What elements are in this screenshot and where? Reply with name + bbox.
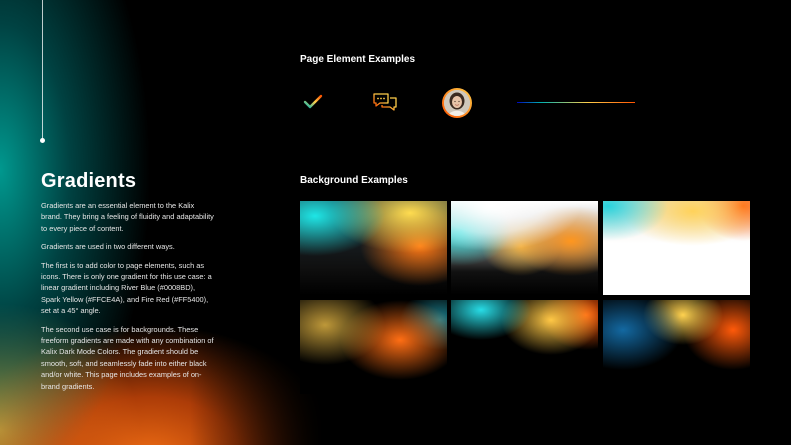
check-icon bbox=[303, 94, 323, 109]
background-swatch bbox=[603, 201, 750, 295]
description-paragraph: Gradients are an essential element to th… bbox=[41, 201, 214, 233]
vertical-rule bbox=[42, 0, 43, 140]
background-swatch-grid bbox=[300, 201, 750, 394]
chat-bubbles-icon bbox=[373, 93, 397, 111]
gradient-line bbox=[517, 102, 635, 103]
description-paragraph: The second use case is for backgrounds. … bbox=[41, 324, 214, 391]
background-swatch bbox=[451, 201, 598, 295]
background-examples-heading: Background Examples bbox=[300, 175, 408, 186]
rule-endpoint-dot bbox=[40, 138, 45, 143]
description-paragraph: The first is to add color to page elemen… bbox=[41, 260, 212, 316]
page-title: Gradients bbox=[41, 170, 137, 192]
description-paragraph: Gradients are used in two different ways… bbox=[41, 242, 175, 252]
description-text: Gradients are an essential element to th… bbox=[41, 200, 216, 399]
background-swatch bbox=[300, 201, 447, 295]
avatar bbox=[442, 88, 472, 118]
avatar-photo bbox=[444, 90, 470, 116]
background-swatch bbox=[603, 300, 750, 394]
background-swatch bbox=[451, 300, 598, 394]
page-elements-heading: Page Element Examples bbox=[300, 54, 416, 65]
background-swatch bbox=[300, 300, 447, 394]
